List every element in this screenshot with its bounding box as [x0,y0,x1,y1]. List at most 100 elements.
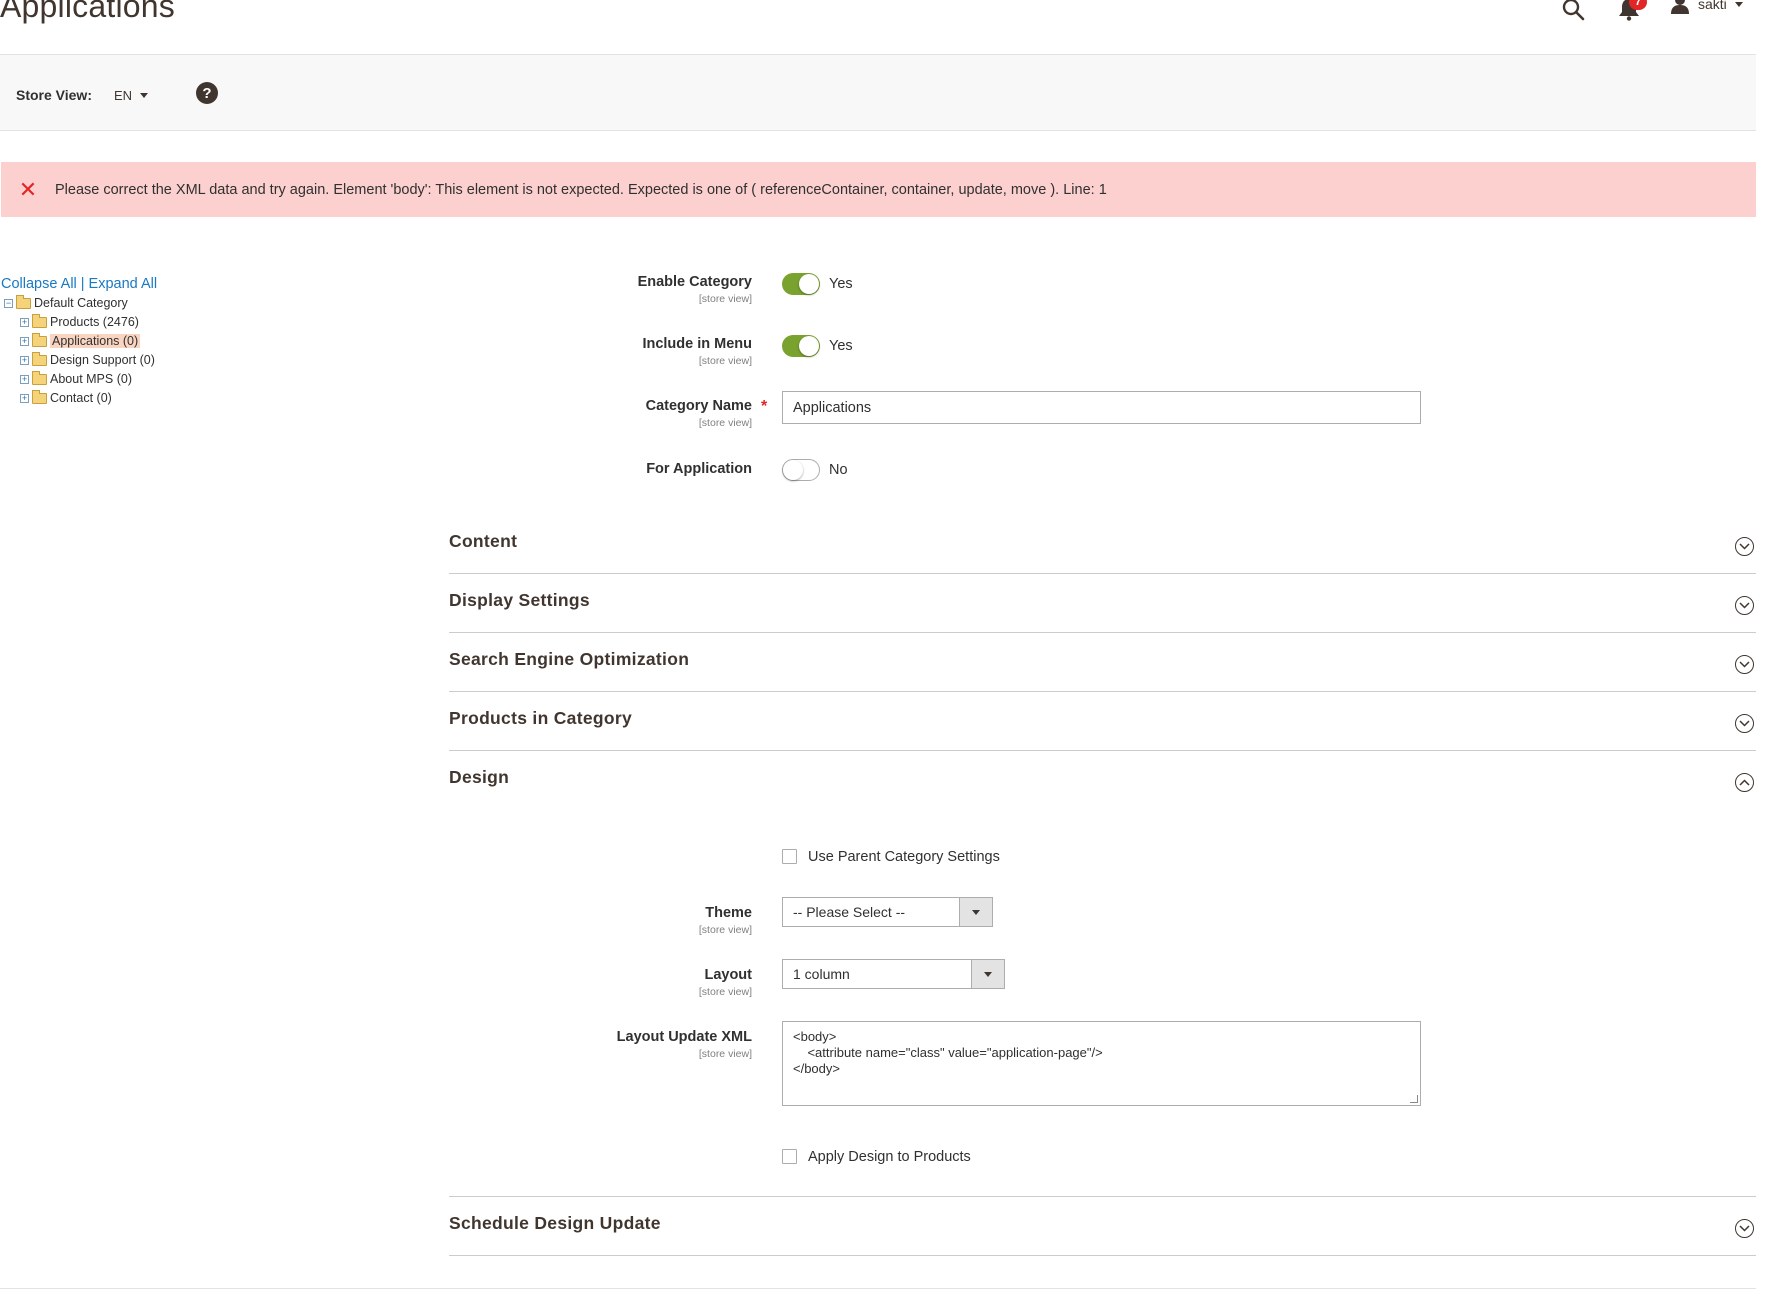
search-button[interactable] [1560,0,1586,22]
for-application-value: No [829,462,848,478]
section-title: Search Engine Optimization [449,649,690,669]
apply-design-to-products-label: Apply Design to Products [808,1149,971,1165]
chevron-down-icon [959,898,992,926]
tree-item-label: Products (2476) [50,315,139,329]
store-view-value: EN [114,88,133,103]
folder-icon [32,313,47,328]
search-icon [1562,0,1585,21]
error-text: Please correct the XML data and try agai… [55,181,1107,198]
chevron-down-icon [1735,655,1754,674]
store-view-label: Store View: [16,87,92,103]
theme-select-value: -- Please Select -- [793,904,906,920]
help-icon[interactable]: ? [196,82,218,104]
scope-label: [store view] [698,1048,752,1060]
section-title: Schedule Design Update [449,1213,661,1233]
layout-update-xml-value: <body> <attribute name="class" value="ap… [793,1029,1103,1076]
collapse-all-link[interactable]: Collapse All [1,276,77,292]
theme-select[interactable]: -- Please Select -- [782,897,993,927]
footer-divider [0,1288,1756,1289]
collapse-node-icon[interactable]: − [4,298,13,308]
page-title: Applications [0,0,175,24]
expand-node-icon[interactable]: + [20,374,29,384]
chevron-up-icon [1735,773,1754,792]
tree-item-products[interactable]: + Products (2476) [20,313,139,331]
toggle-knob [783,460,803,480]
chevron-down-icon [971,960,1004,988]
error-message: ✕ Please correct the XML data and try ag… [1,162,1756,217]
scope-label: [store view] [698,924,752,936]
toggle-knob [799,274,819,294]
folder-icon [32,351,47,366]
expand-node-icon[interactable]: + [20,317,29,327]
section-seo[interactable]: Search Engine Optimization [449,633,1756,692]
required-mark: * [761,398,768,415]
section-content[interactable]: Content [449,515,1756,574]
include-in-menu-value: Yes [829,338,853,354]
scope-label: [store view] [698,355,752,367]
layout-update-xml-textarea[interactable]: <body> <attribute name="class" value="ap… [782,1021,1421,1106]
tree-root-label: Default Category [34,296,128,310]
layout-select[interactable]: 1 column [782,959,1005,989]
section-title: Content [449,531,518,551]
tree-item-label: Design Support (0) [50,353,155,367]
user-icon [1671,0,1689,14]
chevron-down-icon [1735,596,1754,615]
layout-update-xml-label: Layout Update XML [616,1029,752,1045]
enable-category-value: Yes [829,276,853,292]
layout-label: Layout [704,967,752,983]
include-in-menu-label: Include in Menu [642,336,752,352]
store-view-switcher[interactable]: EN [114,88,149,103]
section-title: Display Settings [449,590,590,610]
tree-item-design-support[interactable]: + Design Support (0) [20,351,155,369]
layout-select-value: 1 column [793,966,850,982]
user-name: sakti [1698,0,1727,12]
tree-item-about-mps[interactable]: + About MPS (0) [20,370,132,388]
folder-open-icon [16,294,31,309]
expand-node-icon[interactable]: + [20,355,29,365]
tree-item-label: Contact (0) [50,391,112,405]
tree-item-contact[interactable]: + Contact (0) [20,389,112,407]
notifications-badge: 7 [1629,0,1647,10]
enable-category-toggle[interactable] [782,273,820,295]
include-in-menu-toggle[interactable] [782,335,820,357]
resize-handle-icon[interactable] [1410,1095,1418,1103]
toggle-knob [799,336,819,356]
user-menu[interactable]: sakti [1670,0,1743,14]
use-parent-settings-checkbox[interactable] [782,849,797,864]
tree-actions: Collapse All | Expand All [1,276,157,292]
section-display-settings[interactable]: Display Settings [449,574,1756,633]
chevron-down-icon [1735,537,1754,556]
expand-all-link[interactable]: Expand All [89,276,158,292]
section-design[interactable]: Design [449,751,1756,810]
tree-item-applications[interactable]: + Applications (0) [20,332,141,350]
folder-icon [32,370,47,385]
chevron-down-icon [140,93,149,98]
scope-label: [store view] [698,417,752,429]
apply-design-to-products-checkbox[interactable] [782,1149,797,1164]
chevron-down-icon [1735,1219,1754,1238]
tree-item-label: About MPS (0) [50,372,132,386]
chevron-down-icon [1734,1,1743,7]
scope-label: [store view] [698,293,752,305]
tree-root[interactable]: − Default Category [4,294,128,312]
category-name-label: Category Name [645,398,752,414]
tree-item-label: Applications (0) [50,334,141,348]
notifications-button[interactable]: 7 [1615,0,1647,22]
for-application-toggle[interactable] [782,459,820,481]
tree-actions-separator: | [80,276,85,292]
use-parent-settings-label: Use Parent Category Settings [808,849,1000,865]
chevron-down-icon [1735,714,1754,733]
section-title: Design [449,767,510,787]
expand-node-icon[interactable]: + [20,393,29,403]
expand-node-icon[interactable]: + [20,336,29,346]
category-name-input[interactable]: Applications [782,391,1421,424]
close-icon: ✕ [18,176,38,202]
store-view-bar: Store View: EN ? [0,55,1756,131]
section-schedule-design-update[interactable]: Schedule Design Update [449,1196,1756,1256]
folder-icon [32,389,47,404]
enable-category-label: Enable Category [637,274,752,290]
section-products-in-category[interactable]: Products in Category [449,692,1756,751]
scope-label: [store view] [698,986,752,998]
for-application-label: For Application [646,461,752,477]
theme-label: Theme [705,905,752,921]
